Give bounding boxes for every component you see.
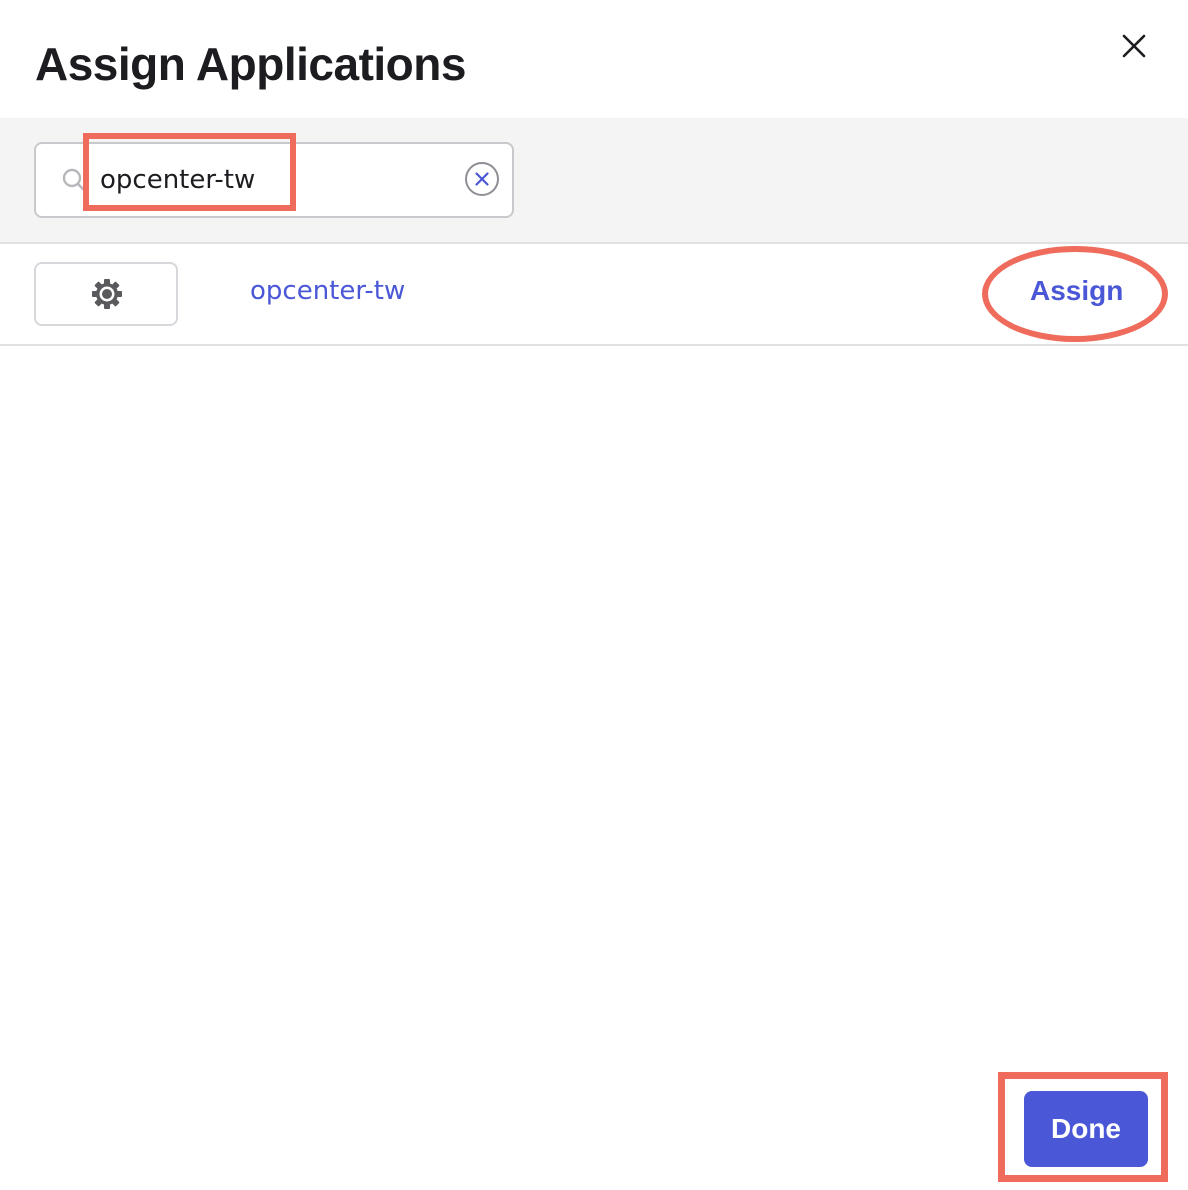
app-name-link[interactable]: opcenter-tw bbox=[250, 276, 405, 306]
search-icon bbox=[62, 168, 88, 194]
close-button[interactable] bbox=[1116, 28, 1152, 64]
search-box[interactable] bbox=[34, 142, 514, 218]
clear-search-button[interactable] bbox=[464, 161, 500, 197]
close-icon bbox=[1122, 34, 1146, 58]
search-input[interactable] bbox=[100, 158, 450, 202]
assign-button[interactable]: Assign bbox=[1030, 275, 1123, 307]
clear-circle-icon bbox=[465, 162, 499, 196]
dialog-title: Assign Applications bbox=[35, 38, 466, 90]
app-logo bbox=[34, 262, 178, 326]
row-divider bbox=[0, 344, 1188, 346]
gear-icon bbox=[92, 279, 122, 309]
search-section bbox=[0, 118, 1188, 244]
table-row: opcenter-tw Assign bbox=[0, 244, 1188, 344]
done-button[interactable]: Done bbox=[1024, 1091, 1148, 1167]
